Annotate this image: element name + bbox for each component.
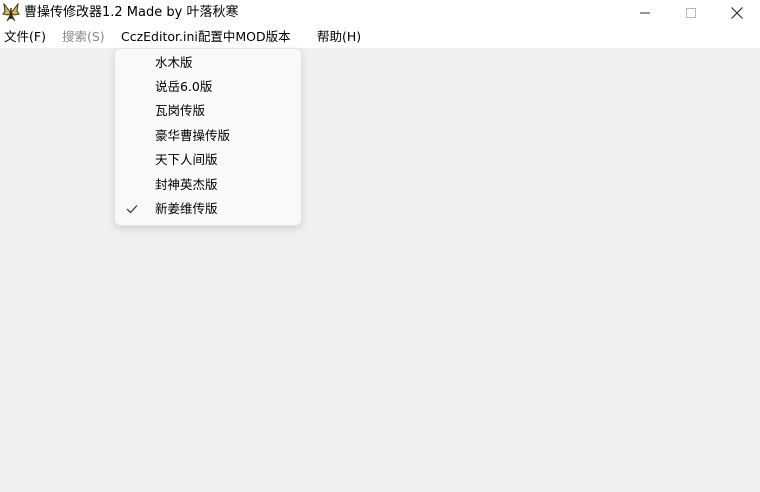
- menu-file[interactable]: 文件(F): [4, 26, 46, 48]
- title-bar[interactable]: 曹操传修改器1.2 Made by 叶落秋寒: [0, 0, 760, 26]
- maximize-icon: [686, 8, 696, 18]
- close-icon: [731, 7, 743, 19]
- close-button[interactable]: [714, 0, 760, 26]
- app-window: 曹操传修改器1.2 Made by 叶落秋寒 文件(F) 搜索(S) CczEd…: [0, 0, 760, 492]
- menu-option-label: 封神英杰版: [155, 177, 218, 192]
- window-title: 曹操传修改器1.2 Made by 叶落秋寒: [24, 5, 239, 20]
- menu-option-label: 天下人间版: [155, 152, 218, 167]
- minimize-icon: [640, 12, 650, 14]
- menu-search[interactable]: 搜索(S): [62, 26, 105, 48]
- menu-option-label: 豪华曹操传版: [155, 128, 231, 143]
- maximize-button[interactable]: [668, 0, 714, 26]
- menu-option-jiangwei[interactable]: 新姜维传版: [115, 197, 301, 221]
- menu-option-haohua[interactable]: 豪华曹操传版: [115, 124, 301, 148]
- menu-option-shuimu[interactable]: 水木版: [115, 51, 301, 75]
- menu-option-label: 水木版: [155, 55, 193, 70]
- butterfly-icon[interactable]: [2, 2, 20, 23]
- menu-bar: 文件(F) 搜索(S) CczEditor.ini配置中MOD版本 帮助(H): [0, 26, 760, 48]
- menu-mod-version[interactable]: CczEditor.ini配置中MOD版本: [121, 26, 291, 48]
- menu-help[interactable]: 帮助(H): [317, 26, 361, 48]
- minimize-button[interactable]: [622, 0, 668, 26]
- menu-option-tianxia[interactable]: 天下人间版: [115, 148, 301, 172]
- menu-option-shuoyue[interactable]: 说岳6.0版: [115, 75, 301, 99]
- menu-option-label: 说岳6.0版: [155, 79, 213, 94]
- menu-option-label: 新姜维传版: [155, 201, 218, 216]
- menu-option-fengshen[interactable]: 封神英杰版: [115, 173, 301, 197]
- menu-option-label: 瓦岗传版: [155, 103, 206, 118]
- menu-option-wagang[interactable]: 瓦岗传版: [115, 99, 301, 123]
- mod-version-dropdown: 水木版 说岳6.0版 瓦岗传版 豪华曹操传版 天下人间版 封神英杰版 新姜维传版: [114, 48, 302, 226]
- checkmark-icon: [126, 205, 138, 214]
